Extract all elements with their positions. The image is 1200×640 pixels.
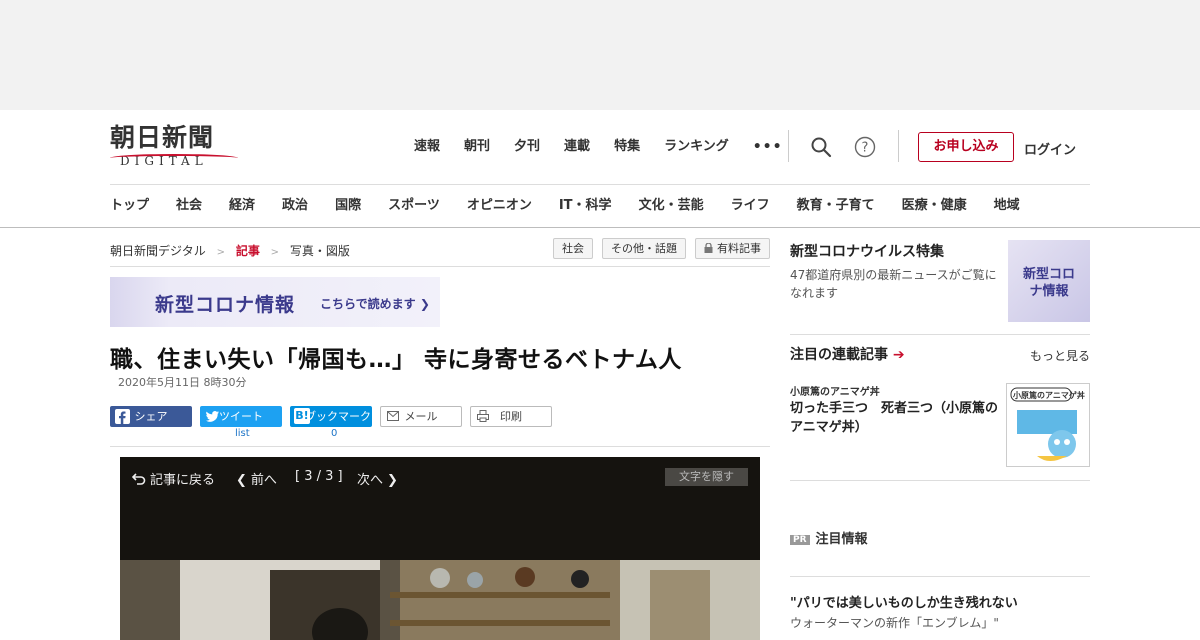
return-icon bbox=[131, 473, 146, 485]
breadcrumb-separator: > bbox=[270, 247, 280, 258]
topnav-item[interactable]: ランキング bbox=[664, 138, 729, 156]
breadcrumb-separator: > bbox=[216, 247, 225, 258]
category-item[interactable]: 医療・健康 bbox=[902, 197, 967, 215]
login-link[interactable]: ログイン bbox=[1024, 139, 1076, 158]
divider bbox=[790, 576, 1090, 577]
tag-label: 有料記事 bbox=[717, 242, 761, 255]
search-icon[interactable] bbox=[810, 136, 832, 158]
category-item[interactable]: 政治 bbox=[282, 197, 308, 215]
advertisement-banner bbox=[0, 0, 1200, 110]
corona-banner-title: 新型コロナ情報 bbox=[155, 294, 296, 316]
pr-badge: PR bbox=[790, 535, 810, 545]
breadcrumb: 朝日新聞デジタル > 記事 > 写真・図版 bbox=[110, 242, 350, 259]
category-item[interactable]: 地域 bbox=[994, 197, 1020, 215]
topnav-item[interactable]: 速報 bbox=[414, 138, 440, 156]
divider bbox=[110, 446, 770, 447]
previous-photo-button[interactable]: ❮ 前へ bbox=[236, 469, 277, 488]
logo-main-text: 朝日新聞 bbox=[110, 123, 215, 152]
twitter-share-button[interactable]: ツイート bbox=[200, 406, 282, 427]
category-item[interactable]: トップ bbox=[110, 197, 149, 215]
topnav-item[interactable]: 特集 bbox=[614, 138, 640, 156]
print-button[interactable]: 印刷 bbox=[470, 406, 552, 427]
chevron-left-icon: ❮ bbox=[236, 473, 247, 488]
series-article-link[interactable]: 切った手三つ 死者三つ（小原篤のアニマゲ丼） bbox=[790, 399, 1002, 437]
back-to-article-button[interactable]: 記事に戻る bbox=[131, 469, 215, 488]
hatena-bookmark-button[interactable]: B! ブックマーク bbox=[290, 406, 372, 427]
see-more-link[interactable]: もっと見る bbox=[1030, 347, 1090, 364]
manga-thumb-label: 小原篤のアニマゲ丼 bbox=[1013, 391, 1085, 400]
corona-info-banner[interactable]: 新型コロナ情報 こちらで読めます ❯ bbox=[110, 277, 440, 327]
more-menu-icon[interactable]: ••• bbox=[753, 138, 783, 156]
category-nav: トップ 社会 経済 政治 国際 スポーツ オピニオン IT・科学 文化・芸能 ラ… bbox=[110, 197, 1020, 215]
hatena-icon: B! bbox=[294, 408, 310, 424]
mail-button[interactable]: メール bbox=[380, 406, 462, 427]
corona-feature-desc: 47都道府県別の最新ニュースがご覧になれます bbox=[790, 268, 997, 300]
help-icon[interactable]: ? bbox=[854, 136, 876, 158]
manga-series-thumbnail[interactable]: 小原篤のアニマゲ丼 bbox=[1006, 383, 1090, 467]
topnav-item[interactable]: 夕刊 bbox=[514, 138, 540, 156]
logo-arc bbox=[110, 154, 238, 162]
divider bbox=[790, 334, 1090, 335]
site-header: 朝日新聞 DIGITAL 速報 朝刊 夕刊 連載 特集 ランキング ••• ? … bbox=[0, 110, 1200, 228]
twitter-icon bbox=[206, 411, 219, 422]
category-item[interactable]: 教育・子育て bbox=[797, 197, 875, 215]
photo-page-indicator: [ 3 / 3 ] bbox=[295, 469, 343, 484]
category-item[interactable]: 社会 bbox=[176, 197, 202, 215]
next-photo-button[interactable]: 次へ ❯ bbox=[357, 469, 398, 488]
series-kicker: 小原篤のアニマゲ丼 bbox=[790, 387, 880, 398]
pr-article-title[interactable]: "パリでは美しいものしか生き残れない bbox=[790, 592, 1018, 611]
divider bbox=[790, 480, 1090, 481]
category-item[interactable]: スポーツ bbox=[388, 197, 440, 215]
pr-article-sub: ウォーターマンの新作「エンブレム」" bbox=[790, 616, 999, 630]
chevron-right-icon: ❯ bbox=[419, 297, 430, 311]
category-item[interactable]: 経済 bbox=[229, 197, 255, 215]
article-date: 2020年5月11日 8時30分 bbox=[118, 376, 247, 389]
header-divider-line bbox=[110, 184, 1090, 185]
article-title: 職、住まい失い「帰国も…」 寺に身寄せるベトナム人 bbox=[110, 347, 682, 373]
hatena-count[interactable]: 0 bbox=[331, 428, 337, 439]
category-item[interactable]: 国際 bbox=[335, 197, 361, 215]
twitter-count[interactable]: list bbox=[235, 428, 250, 439]
tag-paid-article[interactable]: 有料記事 bbox=[695, 238, 770, 259]
category-item[interactable]: ライフ bbox=[731, 197, 770, 215]
facebook-share-button[interactable]: シェア bbox=[110, 406, 192, 427]
breadcrumb-home[interactable]: 朝日新聞デジタル bbox=[110, 244, 206, 258]
series-section-title: 注目の連載記事 ➔ bbox=[790, 347, 905, 363]
header-divider bbox=[788, 130, 789, 162]
svg-text:?: ? bbox=[862, 141, 869, 156]
pr-section-title: PR 注目情報 bbox=[790, 528, 868, 547]
breadcrumb-article[interactable]: 記事 bbox=[236, 244, 260, 258]
article-photo bbox=[120, 560, 760, 640]
topnav-item[interactable]: 朝刊 bbox=[464, 138, 490, 156]
divider bbox=[110, 266, 770, 267]
chevron-right-icon: ❯ bbox=[387, 473, 398, 488]
facebook-icon bbox=[115, 409, 130, 424]
arrow-right-icon: ➔ bbox=[892, 347, 905, 363]
corona-banner-link: こちらで読めます ❯ bbox=[320, 297, 430, 311]
photo-image bbox=[120, 560, 760, 640]
tag-other-topics[interactable]: その他・話題 bbox=[602, 238, 686, 259]
subscribe-button[interactable]: お申し込み bbox=[918, 132, 1014, 162]
asahi-digital-logo[interactable]: 朝日新聞 DIGITAL bbox=[110, 124, 242, 174]
category-item[interactable]: 文化・芸能 bbox=[639, 197, 704, 215]
share-bar: シェア ツイート B! ブックマーク メール 印刷 bbox=[110, 406, 552, 427]
article-tags: 社会 その他・話題 有料記事 bbox=[553, 238, 770, 259]
header-divider bbox=[898, 130, 899, 162]
top-nav: 速報 朝刊 夕刊 連載 特集 ランキング ••• bbox=[414, 138, 807, 156]
lock-icon bbox=[704, 243, 713, 253]
corona-feature-title[interactable]: 新型コロナウイルス特集 bbox=[790, 241, 944, 261]
corona-feature-thumbnail[interactable]: 新型コロナ情報 bbox=[1008, 240, 1090, 322]
tag-society[interactable]: 社会 bbox=[553, 238, 593, 259]
hide-text-button[interactable]: 文字を隠す bbox=[665, 468, 748, 486]
print-icon bbox=[477, 410, 489, 422]
topnav-item[interactable]: 連載 bbox=[564, 138, 590, 156]
category-item[interactable]: IT・科学 bbox=[559, 197, 612, 215]
category-item[interactable]: オピニオン bbox=[467, 197, 532, 215]
breadcrumb-current: 写真・図版 bbox=[289, 244, 350, 258]
mail-icon bbox=[387, 411, 399, 421]
